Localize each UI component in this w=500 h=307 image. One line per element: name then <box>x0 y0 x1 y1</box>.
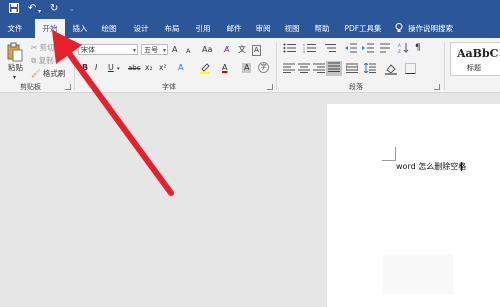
cut-label: 剪切 <box>39 43 55 52</box>
sort-icon[interactable]: AZ <box>398 43 410 56</box>
italic-button[interactable]: I <box>95 63 97 73</box>
redo-icon[interactable]: ↻ <box>50 3 58 15</box>
copy-icon: ⧉ <box>31 56 37 65</box>
font-name-value: 宋体 <box>81 46 95 54</box>
svg-text:A: A <box>398 43 401 48</box>
tab-layout[interactable]: 布局 <box>159 19 185 38</box>
style-heading-card[interactable]: AaBbC 标题 <box>450 42 500 76</box>
customize-icon[interactable]: ₌ <box>70 3 74 15</box>
clipboard-launcher-icon[interactable] <box>65 84 71 90</box>
chevron-down-icon[interactable]: ▾ <box>133 45 136 56</box>
bullets-icon[interactable] <box>283 43 297 56</box>
svg-text:3: 3 <box>303 50 305 53</box>
font-name-combo[interactable]: 宋体 ▾ <box>78 44 138 55</box>
paragraph-launcher-icon[interactable] <box>434 84 440 90</box>
show-marks-icon[interactable]: ¶ <box>415 43 421 53</box>
char-shading-button[interactable]: A <box>242 63 252 73</box>
save-icon[interactable] <box>9 3 19 17</box>
ribbon: 粘贴 ▾ ✂ 剪切 ⧉ 复制 🖌 格式刷 剪贴板 宋体 ▾ 五号 ▾ A A Aa … <box>0 38 500 93</box>
style-name: 标题 <box>467 64 481 72</box>
tab-help[interactable]: 帮助 <box>309 19 335 38</box>
tab-view[interactable]: 视图 <box>279 19 305 38</box>
tab-draw[interactable]: 绘图 <box>96 19 122 38</box>
tab-references[interactable]: 引用 <box>190 19 216 38</box>
numbering-icon[interactable]: 123 <box>303 43 317 56</box>
paragraph-group-label: 段落 <box>349 83 363 91</box>
font-launcher-icon[interactable] <box>267 84 273 90</box>
bold-button[interactable]: B <box>82 63 88 73</box>
document-page[interactable]: word 怎么删除空格 <box>327 104 500 307</box>
undo-dropdown-icon[interactable]: ▾ <box>38 6 41 18</box>
brush-icon: 🖌 <box>31 69 41 78</box>
shrink-font-button[interactable]: A <box>186 46 190 56</box>
tab-home[interactable]: 开始 <box>35 19 65 38</box>
format-painter-button[interactable]: 🖌 格式刷 <box>31 69 65 79</box>
tell-me-search[interactable]: 操作说明搜索 <box>408 19 470 38</box>
copy-button[interactable]: ⧉ 复制 <box>31 56 54 66</box>
chinese-layout-icon[interactable] <box>379 43 391 56</box>
underline-button[interactable]: U <box>108 63 114 73</box>
grow-font-button[interactable]: A <box>172 45 177 55</box>
enclose-char-icon[interactable]: 字 <box>258 62 269 73</box>
tab-file[interactable]: 文件 <box>2 19 28 38</box>
paste-button[interactable]: 粘贴 <box>8 63 23 73</box>
shading-icon[interactable] <box>385 63 397 78</box>
separator <box>276 42 277 90</box>
clipboard-group-label: 剪贴板 <box>20 83 41 91</box>
font-size-combo[interactable]: 五号 ▾ <box>141 44 168 55</box>
superscript-button[interactable]: x² <box>159 63 166 73</box>
line-spacing-icon[interactable] <box>363 62 376 76</box>
ribbon-tabs: 文件 开始 插入 绘图 设计 布局 引用 邮件 审阅 视图 帮助 PDF工具集 … <box>0 19 500 38</box>
format-painter-label: 格式刷 <box>42 69 66 78</box>
strikethrough-button[interactable]: abc <box>128 63 141 73</box>
copy-label: 复制 <box>38 56 54 65</box>
font-color-button[interactable]: A <box>222 63 227 73</box>
highlight-icon[interactable] <box>199 62 211 77</box>
borders-icon[interactable] <box>405 63 416 77</box>
change-case-button[interactable]: Aa <box>202 45 212 55</box>
increase-indent-icon[interactable] <box>362 43 374 56</box>
document-text[interactable]: word 怎么删除空格 <box>396 161 466 172</box>
align-center-icon[interactable] <box>298 63 310 76</box>
margin-corner-mark <box>382 147 396 161</box>
tab-insert[interactable]: 插入 <box>67 19 93 38</box>
chevron-down-icon[interactable]: ▾ <box>163 45 166 56</box>
separator <box>444 42 445 90</box>
phonetic-guide-icon[interactable]: 文 <box>238 45 246 55</box>
font-size-value: 五号 <box>144 46 158 54</box>
text-cursor <box>461 162 462 171</box>
lightbulb-icon <box>392 19 406 38</box>
scissors-icon: ✂ <box>31 43 38 52</box>
cut-button[interactable]: ✂ 剪切 <box>31 43 55 53</box>
decrease-indent-icon[interactable] <box>345 43 357 56</box>
title-bar: ↶ ▾ ↻ ₌ <box>0 0 500 19</box>
paste-icon[interactable] <box>7 42 23 62</box>
undo-icon[interactable]: ↶ <box>28 3 36 15</box>
align-left-icon[interactable] <box>283 63 295 76</box>
align-right-icon[interactable] <box>313 63 325 76</box>
tab-design[interactable]: 设计 <box>128 19 154 38</box>
text-effects-button[interactable]: A <box>178 63 183 73</box>
blank-area <box>383 254 453 294</box>
subscript-button[interactable]: x₂ <box>145 63 152 73</box>
tab-pdf-tools[interactable]: PDF工具集 <box>340 19 386 38</box>
tab-mailings[interactable]: 邮件 <box>221 19 247 38</box>
char-border-button[interactable]: A <box>252 45 261 56</box>
tab-review[interactable]: 审阅 <box>250 19 276 38</box>
justify-icon[interactable] <box>326 61 342 76</box>
style-sample: AaBbC <box>457 47 499 60</box>
font-group-label: 字体 <box>162 83 176 91</box>
separator <box>74 42 75 90</box>
underline-dropdown-icon[interactable]: ▾ <box>117 64 120 74</box>
multilevel-list-icon[interactable] <box>323 43 337 56</box>
distributed-icon[interactable] <box>345 63 359 76</box>
svg-text:Z: Z <box>398 49 401 53</box>
clear-formatting-icon[interactable]: A̸ <box>224 45 229 55</box>
paste-dropdown-icon[interactable]: ▾ <box>13 73 16 83</box>
